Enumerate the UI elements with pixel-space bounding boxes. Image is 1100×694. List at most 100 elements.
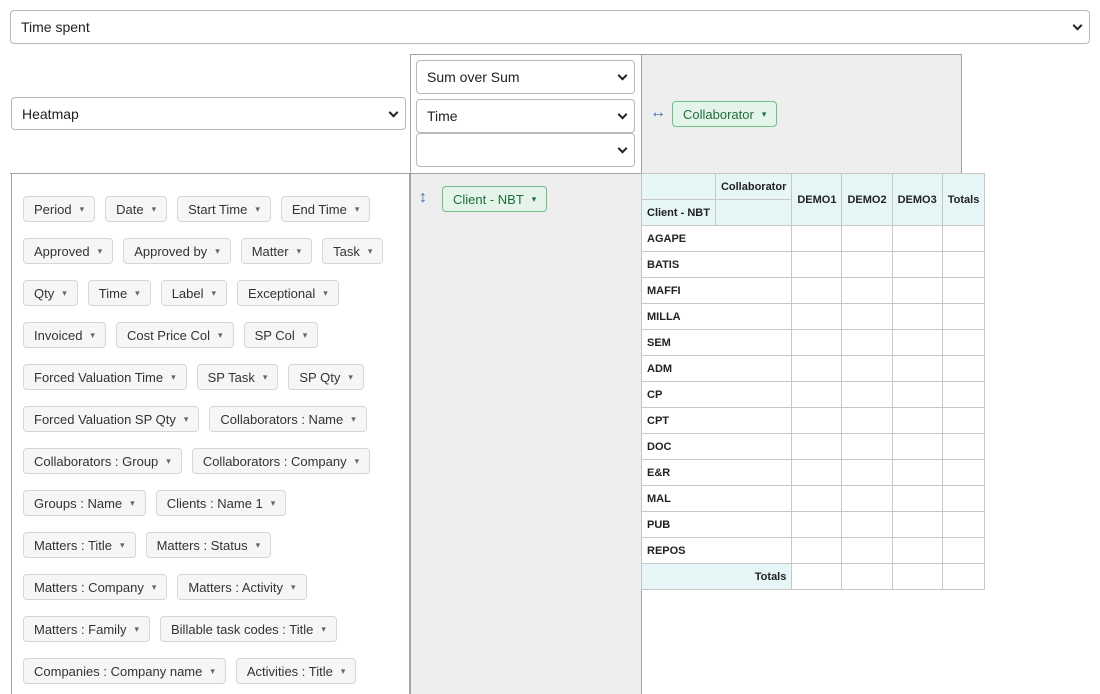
caret-down-icon[interactable]: ▾ — [355, 456, 360, 467]
attribute-pill-label: Groups : Name — [34, 495, 123, 511]
caret-down-icon[interactable]: ▾ — [321, 624, 326, 635]
pivot-cell — [941, 251, 986, 278]
attribute-pill[interactable]: Label ▾ — [160, 280, 228, 306]
pivot-totals-label: Totals — [640, 563, 793, 590]
attribute-pill-label: Matters : Activity — [188, 579, 283, 595]
attribute-pill[interactable]: Matters : Status ▾ — [145, 532, 272, 558]
caret-down-icon[interactable]: ▾ — [532, 194, 537, 205]
caret-down-icon[interactable]: ▾ — [171, 372, 176, 383]
pivot-total-cell — [941, 563, 986, 590]
attribute-pill[interactable]: Companies : Company name ▾ — [23, 658, 226, 684]
dataset-select[interactable]: Time spent — [10, 10, 1090, 44]
pivot-cell — [891, 355, 943, 382]
caret-down-icon[interactable]: ▾ — [368, 246, 373, 257]
attribute-pill[interactable]: Matter ▾ — [240, 238, 313, 264]
caret-down-icon[interactable]: ▾ — [134, 624, 139, 635]
caret-down-icon[interactable]: ▾ — [348, 372, 353, 383]
caret-down-icon[interactable]: ▾ — [62, 288, 67, 299]
caret-down-icon[interactable]: ▾ — [166, 456, 171, 467]
caret-down-icon[interactable]: ▾ — [271, 498, 276, 509]
caret-down-icon[interactable]: ▾ — [291, 582, 296, 593]
value-field-select-2[interactable] — [416, 133, 635, 167]
pivot-row: PUB — [640, 511, 986, 538]
attribute-pill[interactable]: Approved ▾ — [23, 238, 114, 264]
attribute-pill[interactable]: Matters : Company ▾ — [23, 574, 168, 600]
pivot-row-label: E&R — [640, 459, 793, 486]
caret-down-icon[interactable]: ▾ — [80, 204, 85, 215]
attribute-row: Approved ▾ Approved by ▾ Matter ▾ Task ▾ — [23, 238, 409, 264]
attribute-pill[interactable]: Exceptional ▾ — [237, 280, 339, 306]
attribute-pill[interactable]: Date ▾ — [105, 196, 168, 222]
attribute-pill[interactable]: Time ▾ — [87, 280, 151, 306]
caret-down-icon[interactable]: ▾ — [130, 498, 135, 509]
attribute-pill[interactable]: Matters : Family ▾ — [23, 616, 150, 642]
caret-down-icon[interactable]: ▾ — [120, 540, 125, 551]
caret-down-icon[interactable]: ▾ — [218, 330, 223, 341]
pivot-cell — [841, 459, 893, 486]
caret-down-icon[interactable]: ▾ — [215, 246, 220, 257]
caret-down-icon[interactable]: ▾ — [341, 666, 346, 677]
caret-down-icon[interactable]: ▾ — [212, 288, 217, 299]
caret-down-icon[interactable]: ▾ — [152, 582, 157, 593]
caret-down-icon[interactable]: ▾ — [255, 204, 260, 215]
attribute-pill[interactable]: SP Col ▾ — [243, 322, 319, 348]
attribute-pill[interactable]: SP Qty ▾ — [288, 364, 364, 390]
attribute-pill[interactable]: Billable task codes : Title ▾ — [160, 616, 337, 642]
pivot-row: E&R — [640, 459, 986, 486]
aggregator-select-value: Sum over Sum — [427, 69, 520, 85]
attribute-pill[interactable]: Start Time ▾ — [177, 196, 271, 222]
caret-down-icon[interactable]: ▾ — [135, 288, 140, 299]
caret-down-icon[interactable]: ▾ — [355, 204, 360, 215]
caret-down-icon[interactable]: ▾ — [297, 246, 302, 257]
pivot-cell — [791, 511, 843, 538]
attribute-pill[interactable]: Collaborators : Name ▾ — [209, 406, 367, 432]
caret-down-icon[interactable]: ▾ — [152, 204, 157, 215]
attribute-pill-label: Forced Valuation SP Qty — [34, 411, 176, 427]
attribute-pill-label: Clients : Name 1 — [166, 495, 263, 511]
caret-down-icon[interactable]: ▾ — [184, 414, 189, 425]
attribute-pill[interactable]: Clients : Name 1 ▾ — [155, 490, 287, 516]
caret-down-icon[interactable]: ▾ — [303, 330, 308, 341]
attribute-row: Period ▾ Date ▾ Start Time ▾ End Time ▾ — [23, 196, 409, 222]
pivot-row-label: MAL — [640, 485, 793, 512]
pivot-cell — [841, 251, 893, 278]
attribute-pill-label: Companies : Company name — [34, 663, 203, 679]
renderer-select[interactable]: Heatmap — [11, 97, 406, 130]
pivot-cell — [791, 355, 843, 382]
attribute-pill[interactable]: SP Task ▾ — [196, 364, 279, 390]
attribute-pill[interactable]: Collaborators : Company ▾ — [191, 448, 371, 474]
attribute-pill[interactable]: Matters : Activity ▾ — [177, 574, 307, 600]
caret-down-icon[interactable]: ▾ — [90, 330, 95, 341]
value-field-select[interactable]: Time — [416, 99, 635, 133]
attribute-pill-label: Time — [98, 285, 128, 301]
caret-down-icon[interactable]: ▾ — [762, 109, 767, 120]
attribute-pill[interactable]: Period ▾ — [23, 196, 96, 222]
caret-down-icon[interactable]: ▾ — [256, 540, 261, 551]
attribute-pill[interactable]: Approved by ▾ — [123, 238, 231, 264]
attribute-pill[interactable]: Task ▾ — [322, 238, 384, 264]
pivot-cell — [841, 225, 893, 252]
attribute-pill[interactable]: Cost Price Col ▾ — [115, 322, 234, 348]
attribute-pill[interactable]: Matters : Title ▾ — [23, 532, 136, 558]
pivot-cell — [791, 329, 843, 356]
attribute-pill[interactable]: End Time ▾ — [280, 196, 371, 222]
row-attr-client-nbt[interactable]: Client - NBT ▾ — [442, 186, 548, 212]
caret-down-icon[interactable]: ▾ — [98, 246, 103, 257]
attribute-pill[interactable]: Forced Valuation Time ▾ — [23, 364, 187, 390]
attribute-pill[interactable]: Forced Valuation SP Qty ▾ — [23, 406, 200, 432]
pivot-row-label: ADM — [640, 355, 793, 382]
pivot-row-label: CPT — [640, 407, 793, 434]
attribute-pill[interactable]: Qty ▾ — [23, 280, 78, 306]
caret-down-icon[interactable]: ▾ — [210, 666, 215, 677]
attribute-pill[interactable]: Activities : Title ▾ — [235, 658, 357, 684]
col-attr-collaborator[interactable]: Collaborator ▾ — [672, 101, 778, 127]
caret-down-icon[interactable]: ▾ — [323, 288, 328, 299]
attribute-pill[interactable]: Invoiced ▾ — [23, 322, 106, 348]
pivot-row-label: MAFFI — [640, 277, 793, 304]
pivot-row-label: AGAPE — [640, 225, 793, 252]
aggregator-select[interactable]: Sum over Sum — [416, 60, 635, 94]
caret-down-icon[interactable]: ▾ — [263, 372, 268, 383]
attribute-pill[interactable]: Groups : Name ▾ — [23, 490, 146, 516]
attribute-pill[interactable]: Collaborators : Group ▾ — [23, 448, 182, 474]
caret-down-icon[interactable]: ▾ — [351, 414, 356, 425]
